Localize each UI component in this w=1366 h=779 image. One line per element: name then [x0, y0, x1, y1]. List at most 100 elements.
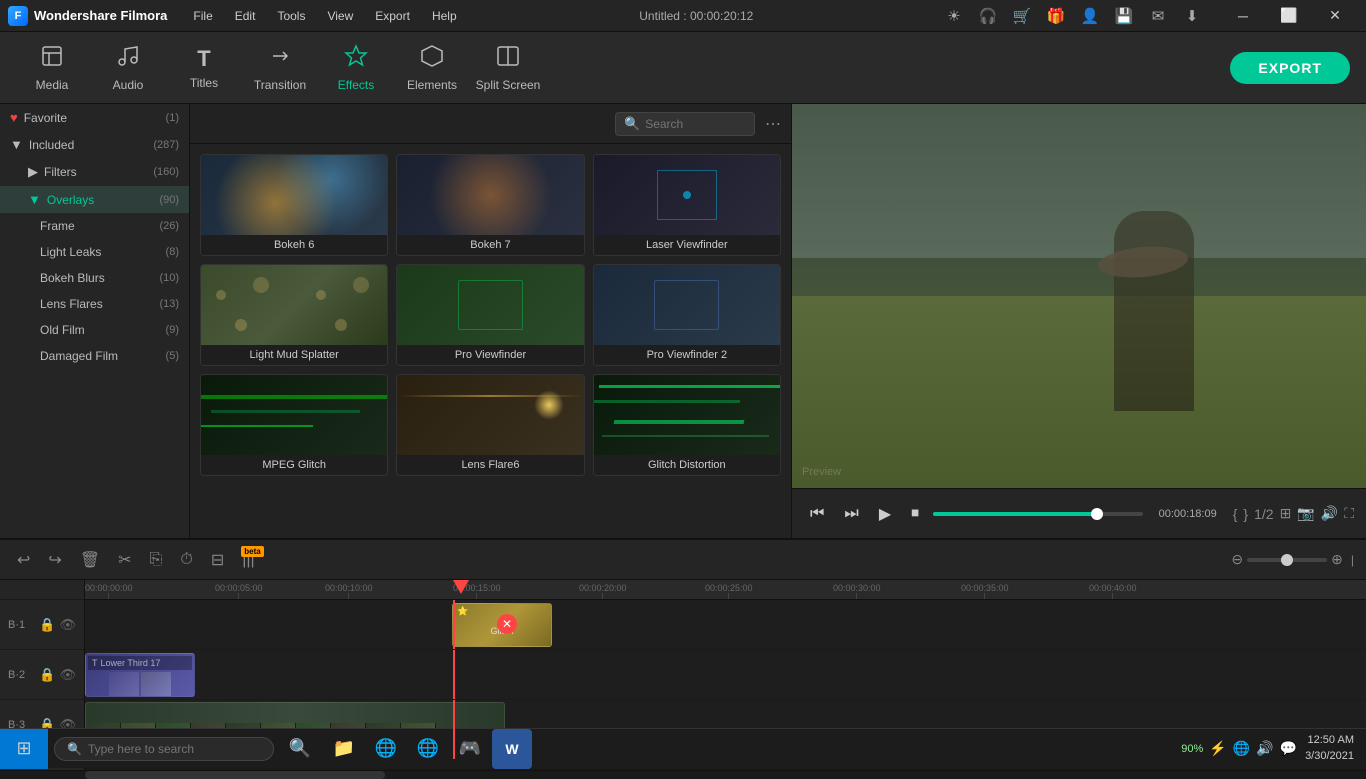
step-back-button[interactable]: ⏮ — [804, 501, 830, 527]
menu-view[interactable]: View — [317, 5, 363, 27]
cut-button[interactable]: ✂ — [113, 547, 136, 573]
effect-card-mpeg-glitch[interactable]: MPEG Glitch — [200, 374, 388, 476]
sidebar-included-label: Included — [29, 138, 153, 152]
clip-glitch-distortion[interactable]: ⭐ Glitch ✕ — [452, 603, 552, 647]
toolbar-media[interactable]: Media — [16, 38, 88, 98]
sidebar-item-overlays[interactable]: ▼ Overlays (90) — [0, 186, 189, 213]
screenshot-icon[interactable]: 📷 — [1297, 505, 1314, 522]
fullscreen-icon[interactable]: ⛶ — [1344, 505, 1354, 522]
start-button[interactable]: ⊞ — [0, 729, 48, 769]
notification-icon[interactable]: 💬 — [1280, 740, 1297, 757]
time-button[interactable]: ⏱ — [175, 548, 197, 572]
effects-icon — [344, 44, 368, 74]
volume-icon[interactable]: 🔊 — [1321, 505, 1338, 522]
undo-button[interactable]: ↩ — [12, 547, 35, 573]
toolbar-audio[interactable]: Audio — [92, 38, 164, 98]
download-icon[interactable]: ⬇ — [1180, 4, 1204, 28]
effect-card-light-mud-splatter[interactable]: Light Mud Splatter — [200, 264, 388, 366]
effect-name-lens-flare6: Lens Flare6 — [397, 455, 583, 475]
network-icon[interactable]: 🌐 — [1233, 740, 1250, 757]
mail-icon[interactable]: ✉ — [1146, 4, 1170, 28]
menu-file[interactable]: File — [183, 5, 222, 27]
sidebar-item-bokeh-blurs[interactable]: Bokeh Blurs (10) — [0, 265, 189, 291]
toolbar-transition[interactable]: Transition — [244, 38, 316, 98]
zoom-in-icon[interactable]: ⊕ — [1331, 551, 1343, 568]
menu-help[interactable]: Help — [422, 5, 467, 27]
scrollbar-thumb[interactable] — [85, 771, 385, 779]
search-box[interactable]: 🔍 — [615, 112, 755, 136]
delete-button[interactable]: 🗑 — [75, 547, 105, 573]
play-button[interactable]: ▶ — [873, 500, 897, 528]
headphones-icon[interactable]: 🎧 — [976, 4, 1000, 28]
sidebar-filters-label: Filters — [44, 165, 153, 179]
effect-card-bokeh7[interactable]: Bokeh 7 — [396, 154, 584, 256]
ai-button[interactable]: ||| beta — [237, 548, 259, 572]
copy-button[interactable]: ⎘ — [145, 548, 168, 572]
zoom-slider[interactable] — [1247, 558, 1327, 562]
track2-eye-icon[interactable]: 👁 — [59, 667, 76, 683]
menu-export[interactable]: Export — [365, 5, 420, 27]
redo-button[interactable]: ↪ — [43, 547, 66, 573]
toolbar-elements[interactable]: Elements — [396, 38, 468, 98]
bracket-out-icon[interactable]: } — [1243, 506, 1248, 522]
export-button[interactable]: EXPORT — [1230, 52, 1350, 84]
menu-tools[interactable]: Tools — [267, 5, 315, 27]
search-input[interactable] — [645, 117, 746, 131]
sidebar-item-lens-flares[interactable]: Lens Flares (13) — [0, 291, 189, 317]
timeline-scrollbar[interactable] — [0, 770, 1366, 778]
taskbar-search-box[interactable]: 🔍 — [54, 737, 274, 761]
effect-card-pro-viewfinder[interactable]: Pro Viewfinder — [396, 264, 584, 366]
effect-card-glitch-distortion[interactable]: Glitch Distortion — [593, 374, 781, 476]
progress-handle[interactable] — [1091, 508, 1103, 520]
taskbar-app-chrome2[interactable]: 🌐 — [408, 729, 448, 769]
toolbar-effects[interactable]: Effects — [320, 38, 392, 98]
effect-card-bokeh6[interactable]: Bokeh 6 — [200, 154, 388, 256]
progress-bar[interactable] — [933, 512, 1142, 516]
sidebar-frame-label: Frame — [40, 219, 159, 233]
effect-name-bokeh7: Bokeh 7 — [397, 235, 583, 255]
toolbar-splitscreen[interactable]: Split Screen — [472, 38, 544, 98]
sun-icon[interactable]: ☀ — [942, 4, 966, 28]
minimize-button[interactable]: ─ — [1220, 0, 1266, 32]
frame-back-button[interactable]: ⏭ — [838, 501, 864, 527]
stop-button[interactable]: ⏹ — [905, 501, 925, 527]
sidebar-item-light-leaks[interactable]: Light Leaks (8) — [0, 239, 189, 265]
splitscreen-icon — [496, 44, 520, 74]
menu-edit[interactable]: Edit — [225, 5, 266, 27]
sidebar-item-favorite[interactable]: ♥ Favorite (1) — [0, 104, 189, 131]
zoom-handle[interactable] — [1281, 554, 1293, 566]
taskbar-app-word[interactable]: W — [492, 729, 532, 769]
clip-lower-third[interactable]: TLower Third 17 — [85, 653, 195, 697]
sidebar-item-included[interactable]: ▼ Included (287) — [0, 131, 189, 158]
track1-eye-icon[interactable]: 👁 — [59, 617, 76, 633]
taskbar-app-chrome1[interactable]: 🌐 — [366, 729, 406, 769]
cart-icon[interactable]: 🛒 — [1010, 4, 1034, 28]
pip-icon[interactable]: ⊞ — [1280, 505, 1292, 522]
taskbar-app-explorer[interactable]: 📁 — [324, 729, 364, 769]
maximize-button[interactable]: ⬜ — [1266, 0, 1312, 32]
effect-card-laser-viewfinder[interactable]: Laser Viewfinder — [593, 154, 781, 256]
taskbar-app-search[interactable]: 🔍 — [280, 729, 320, 769]
user-icon[interactable]: 👤 — [1078, 4, 1102, 28]
track2-lock-icon[interactable]: 🔒 — [39, 667, 55, 683]
toolbar-titles[interactable]: T Titles — [168, 38, 240, 98]
adjust-button[interactable]: ⊟ — [206, 547, 229, 573]
close-button[interactable]: ✕ — [1312, 0, 1358, 32]
bracket-in-icon[interactable]: { — [1233, 506, 1238, 522]
zoom-out-icon[interactable]: ⊖ — [1231, 551, 1243, 568]
taskbar-app-game[interactable]: 🎮 — [450, 729, 490, 769]
sidebar-item-frame[interactable]: Frame (26) — [0, 213, 189, 239]
effect-card-lens-flare6[interactable]: Lens Flare6 — [396, 374, 584, 476]
gift-icon[interactable]: 🎁 — [1044, 4, 1068, 28]
track1-lock-icon[interactable]: 🔒 — [39, 617, 55, 633]
favorite-icon: ♥ — [10, 110, 18, 125]
grid-toggle-icon[interactable]: ⋯ — [765, 114, 781, 134]
save-icon[interactable]: 💾 — [1112, 4, 1136, 28]
taskbar-search-input[interactable] — [88, 742, 261, 756]
sidebar-item-damaged-film[interactable]: Damaged Film (5) — [0, 343, 189, 369]
effect-card-pro-viewfinder2[interactable]: Pro Viewfinder 2 — [593, 264, 781, 366]
sidebar-item-old-film[interactable]: Old Film (9) — [0, 317, 189, 343]
track2-row: TLower Third 17 — [85, 650, 1366, 700]
volume-taskbar-icon[interactable]: 🔊 — [1256, 740, 1273, 757]
sidebar-item-filters[interactable]: ▶ Filters (160) — [0, 158, 189, 186]
